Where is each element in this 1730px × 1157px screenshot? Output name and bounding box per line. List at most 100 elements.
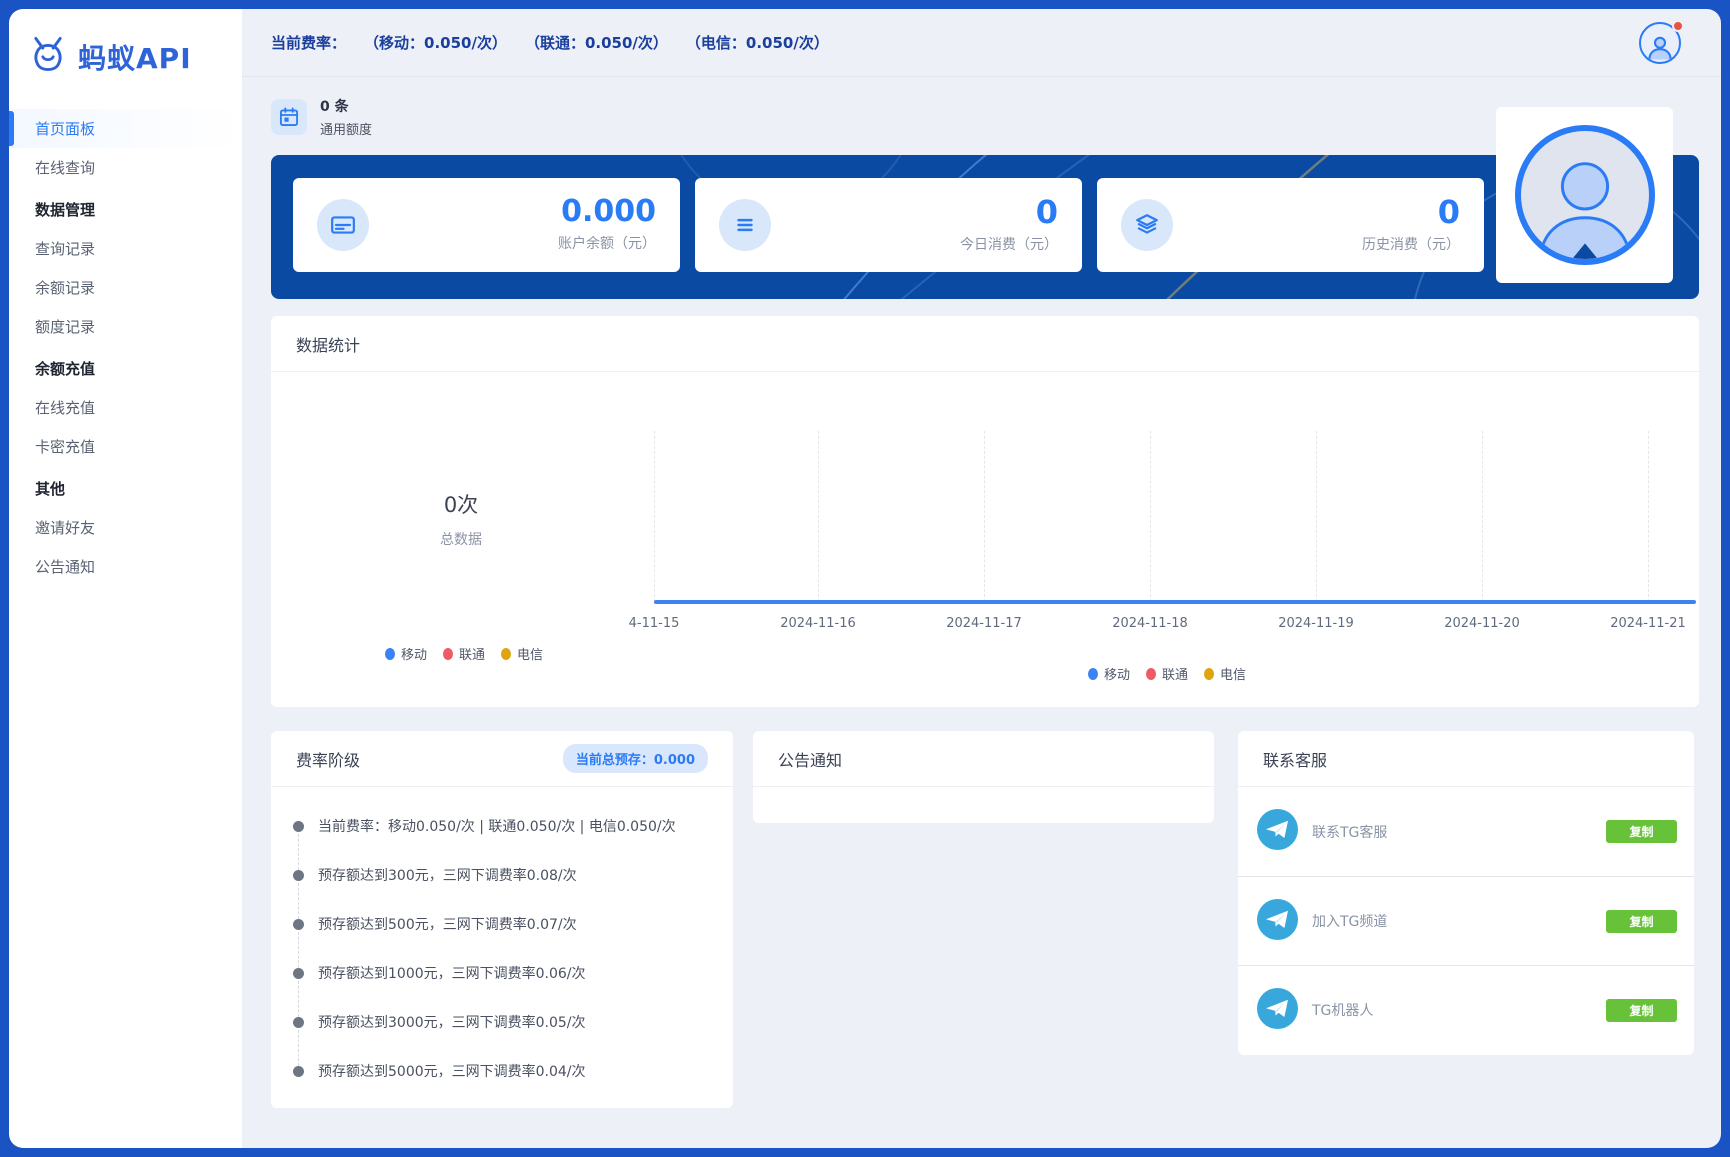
notification-dot (1672, 20, 1684, 32)
data-statistics-panel: 数据统计 0次 总数据 4-11-15 2024-1 (271, 316, 1699, 707)
sidebar-section-data: 数据管理 (9, 190, 242, 229)
telegram-icon (1257, 988, 1298, 1033)
support-label: 联系TG客服 (1312, 822, 1387, 842)
sidebar-section-other: 其他 (9, 469, 242, 508)
tier-item: 预存额达到3000元，三网下调费率0.05/次 (291, 997, 713, 1046)
legend-unicom[interactable]: 联通 (443, 644, 485, 663)
chart-gridline (984, 431, 985, 602)
legend-mobile-label: 移动 (401, 644, 427, 663)
sidebar: 蚂蚁API 首页面板 在线查询 数据管理 查询记录 余额记录 额度记录 余额充值… (9, 9, 242, 1148)
rate-tiers-panel: 费率阶级 当前总预存：0.000 当前费率：移动0.050/次 | 联通0.05… (271, 731, 733, 1108)
telegram-icon (1257, 899, 1298, 944)
app-title: 蚂蚁API (78, 37, 192, 77)
rate-tiers-title: 费率阶级 (296, 747, 360, 771)
rate-tier-list: 当前费率：移动0.050/次 | 联通0.050/次 | 电信0.050/次 预… (271, 787, 733, 1095)
rate-tiers-header: 费率阶级 当前总预存：0.000 (271, 731, 733, 787)
sidebar-item-card-recharge[interactable]: 卡密充值 (9, 427, 242, 466)
support-row-tg-service: 联系TG客服 复制 (1238, 787, 1694, 876)
chart-gridline (818, 431, 819, 602)
legend-telecom-label: 电信 (517, 644, 543, 663)
x-axis-label: 2024-11-21 (1610, 616, 1686, 631)
rate-mobile: （移动：0.050/次） (364, 32, 507, 53)
sidebar-item-home[interactable]: 首页面板 (9, 109, 242, 148)
today-spend-value: 0 (960, 196, 1058, 228)
calendar-icon (271, 99, 307, 135)
legend-unicom-label: 联通 (459, 644, 485, 663)
balance-card: 0.000 账户余额（元） (293, 178, 680, 272)
support-title: 联系客服 (1263, 747, 1327, 771)
tier-item: 预存额达到5000元，三网下调费率0.04/次 (291, 1046, 713, 1095)
stats-banner: 0.000 账户余额（元） 0 今日消费（元） (271, 155, 1699, 299)
balance-label: 账户余额（元） (558, 233, 656, 253)
logo: 蚂蚁API (9, 9, 242, 103)
balance-value: 0.000 (558, 197, 656, 227)
history-spend-label: 历史消费（元） (1362, 234, 1460, 254)
line-chart: 0次 总数据 4-11-15 2024-11-16 2024-11-17 202… (271, 372, 1699, 706)
legend-unicom-label: 联通 (1162, 664, 1188, 683)
app-frame: 蚂蚁API 首页面板 在线查询 数据管理 查询记录 余额记录 额度记录 余额充值… (9, 9, 1721, 1148)
chart-gridline (654, 431, 655, 602)
total-prepaid-badge: 当前总预存：0.000 (563, 744, 708, 773)
sidebar-item-query-records[interactable]: 查询记录 (9, 229, 242, 268)
legend-mobile[interactable]: 移动 (1088, 664, 1130, 683)
tier-item: 预存额达到300元，三网下调费率0.08/次 (291, 850, 713, 899)
quota-count: 0 条 (320, 96, 372, 116)
legend-unicom-dot (443, 648, 453, 660)
quota-summary: 0 条 通用额度 (271, 99, 1699, 135)
copy-button[interactable]: 复制 (1606, 999, 1677, 1022)
legend-mobile-label: 移动 (1104, 664, 1130, 683)
x-axis-label: 2024-11-16 (780, 616, 856, 631)
rates-label: 当前费率： (271, 32, 346, 53)
sidebar-item-online-recharge[interactable]: 在线充值 (9, 388, 242, 427)
chart-total-label: 总数据 (399, 529, 523, 549)
chart-gridline (1482, 431, 1483, 602)
main-area: 当前费率： （移动：0.050/次） （联通：0.050/次） （电信：0.05… (242, 9, 1721, 1148)
legend-mobile-dot (1088, 668, 1098, 680)
ant-logo-icon (27, 35, 69, 79)
chart-legend-left: 移动 联通 电信 (385, 644, 543, 663)
sidebar-item-notice[interactable]: 公告通知 (9, 547, 242, 586)
legend-unicom-dot (1146, 668, 1156, 680)
support-row-tg-channel: 加入TG频道 复制 (1238, 876, 1694, 965)
topbar: 当前费率： （移动：0.050/次） （联通：0.050/次） （电信：0.05… (242, 9, 1721, 77)
x-axis-label: 4-11-15 (629, 616, 680, 631)
legend-telecom[interactable]: 电信 (1204, 664, 1246, 683)
x-axis-label: 2024-11-20 (1444, 616, 1520, 631)
notice-title: 公告通知 (778, 747, 842, 771)
today-spend-card: 0 今日消费（元） (695, 178, 1082, 272)
chart-zero-line (654, 600, 1696, 604)
chart-legend-center: 移动 联通 电信 (1088, 664, 1246, 683)
current-rates: 当前费率： （移动：0.050/次） （联通：0.050/次） （电信：0.05… (271, 32, 829, 53)
legend-mobile-dot (385, 648, 395, 660)
user-avatar[interactable] (1639, 22, 1681, 64)
content: 0 条 通用额度 (242, 77, 1721, 1108)
tier-item: 预存额达到500元，三网下调费率0.07/次 (291, 899, 713, 948)
chart-gridline (1316, 431, 1317, 602)
sidebar-item-invite[interactable]: 邀请好友 (9, 508, 242, 547)
credit-card-icon (317, 199, 369, 251)
list-icon (719, 199, 771, 251)
sidebar-item-quota-records[interactable]: 额度记录 (9, 307, 242, 346)
copy-button[interactable]: 复制 (1606, 820, 1677, 843)
x-axis-label: 2024-11-19 (1278, 616, 1354, 631)
x-axis-label: 2024-11-17 (946, 616, 1022, 631)
legend-telecom[interactable]: 电信 (501, 644, 543, 663)
sidebar-item-online-query[interactable]: 在线查询 (9, 148, 242, 187)
support-header: 联系客服 (1238, 731, 1694, 787)
support-panel: 联系客服 联系TG客服 复制 (1238, 731, 1694, 1055)
legend-telecom-label: 电信 (1220, 664, 1246, 683)
rate-telecom: （电信：0.050/次） (686, 32, 829, 53)
notice-panel: 公告通知 (753, 731, 1214, 823)
chart-total-value: 0次 (399, 489, 523, 519)
copy-button[interactable]: 复制 (1606, 910, 1677, 933)
bottom-row: 费率阶级 当前总预存：0.000 当前费率：移动0.050/次 | 联通0.05… (271, 731, 1699, 1108)
notice-header: 公告通知 (753, 731, 1214, 787)
tier-item: 预存额达到1000元，三网下调费率0.06/次 (291, 948, 713, 997)
legend-mobile[interactable]: 移动 (385, 644, 427, 663)
quota-label: 通用额度 (320, 119, 372, 138)
sidebar-item-balance-records[interactable]: 余额记录 (9, 268, 242, 307)
legend-unicom[interactable]: 联通 (1146, 664, 1188, 683)
data-statistics-header: 数据统计 (271, 316, 1699, 372)
telegram-icon (1257, 809, 1298, 854)
history-spend-card: 0 历史消费（元） (1097, 178, 1484, 272)
